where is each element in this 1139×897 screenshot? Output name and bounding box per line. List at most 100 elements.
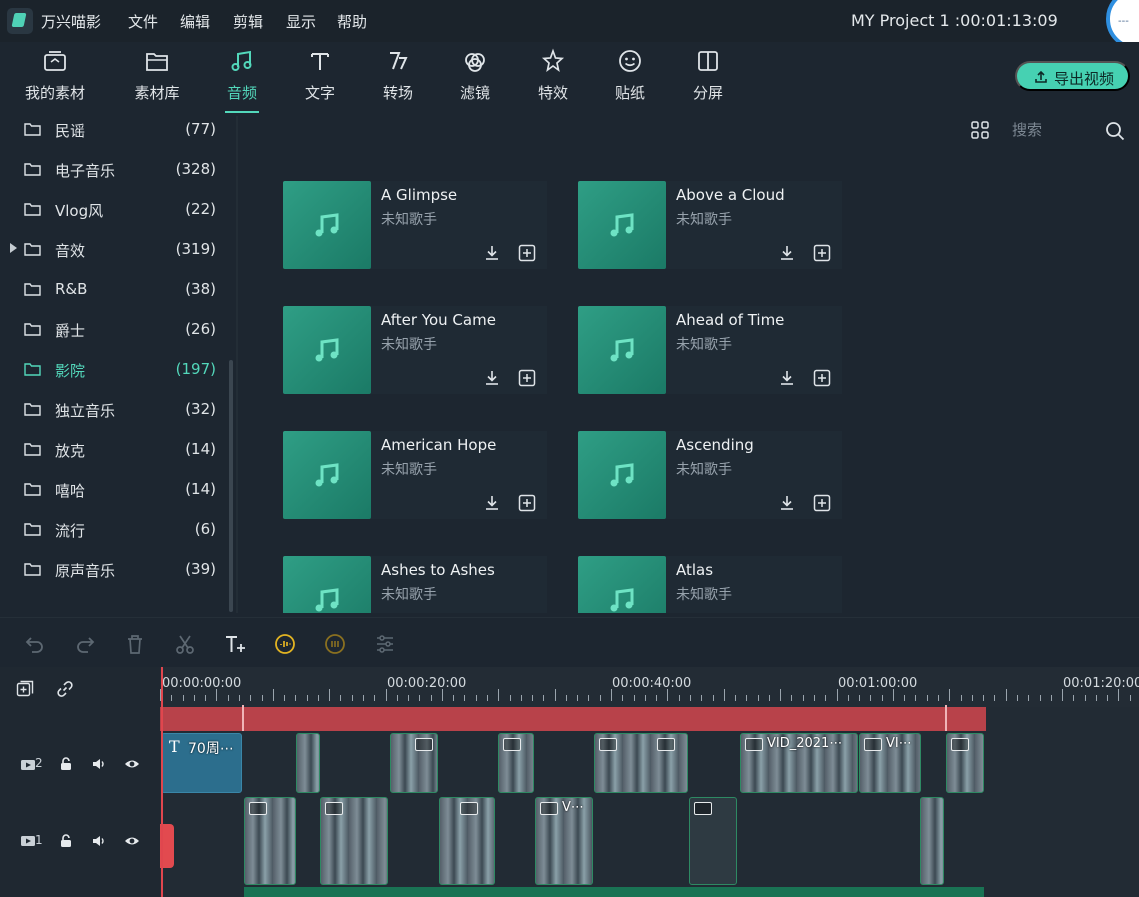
audio-card[interactable]: Ashes to Ashes 未知歌手 [283, 556, 547, 613]
download-icon[interactable] [778, 244, 796, 262]
audio-card[interactable]: A Glimpse 未知歌手 [283, 181, 547, 269]
tab-split-screen[interactable]: 分屏 [684, 42, 732, 116]
music-note-icon [610, 338, 634, 362]
video-clip[interactable] [920, 797, 944, 885]
expand-caret-icon[interactable] [10, 243, 17, 253]
ruler-tick [825, 695, 827, 701]
video-clip[interactable] [244, 797, 296, 885]
category-item[interactable]: 独立音乐 (32) [0, 396, 224, 436]
audio-thumbnail[interactable] [283, 181, 371, 269]
title-clip[interactable]: T 70周⋯ [161, 733, 242, 793]
tab-stickers[interactable]: 贴纸 [606, 42, 654, 116]
video-clip[interactable] [946, 733, 984, 793]
audio-card[interactable]: Ascending 未知歌手 [578, 431, 842, 519]
video-clip[interactable]: V⋯ [535, 797, 593, 885]
range-marker[interactable] [242, 705, 244, 731]
video-clip[interactable] [390, 733, 438, 793]
category-item[interactable]: 爵士 (26) [0, 316, 224, 356]
volume-icon[interactable] [91, 834, 107, 848]
search-input[interactable] [1012, 118, 1096, 142]
time-ruler[interactable]: 00:00:00:00 00:00:20:00 00:00:40:00 00:0… [160, 667, 1139, 707]
video-clip[interactable]: VI⋯ [859, 733, 921, 793]
audio-thumbnail[interactable] [578, 431, 666, 519]
download-icon[interactable] [483, 494, 501, 512]
category-item[interactable]: 放克 (14) [0, 436, 224, 476]
playhead[interactable] [161, 667, 163, 897]
menu-help[interactable]: 帮助 [337, 11, 367, 32]
category-item[interactable]: 音效 (319) [0, 236, 224, 276]
audio-thumbnail[interactable] [578, 181, 666, 269]
download-icon[interactable] [778, 494, 796, 512]
menu-file[interactable]: 文件 [128, 11, 158, 32]
ruler-tick [1016, 695, 1018, 701]
add-track-icon[interactable] [16, 680, 34, 698]
menu-edit[interactable]: 编辑 [180, 11, 210, 32]
tab-my-media[interactable]: 我的素材 [18, 42, 92, 116]
range-marker[interactable] [945, 705, 947, 731]
video-clip[interactable] [689, 797, 737, 885]
audio-thumbnail[interactable] [283, 431, 371, 519]
search-icon[interactable] [1105, 121, 1125, 141]
link-icon[interactable] [56, 680, 74, 698]
audio-thumbnail[interactable] [578, 556, 666, 613]
add-icon[interactable] [813, 369, 831, 387]
audio-waveform-strip[interactable] [244, 887, 984, 897]
adjust-icon[interactable] [374, 633, 396, 655]
grid-view-icon[interactable] [971, 121, 989, 139]
lock-icon[interactable] [58, 834, 74, 848]
ruler-tick [622, 695, 624, 701]
add-icon[interactable] [518, 494, 536, 512]
undo-icon[interactable] [24, 633, 46, 655]
category-item[interactable]: R&B (38) [0, 276, 224, 316]
tab-text[interactable]: 文字 [296, 42, 344, 116]
add-icon[interactable] [518, 369, 536, 387]
tab-filter[interactable]: 滤镜 [451, 42, 499, 116]
eye-icon[interactable] [124, 834, 140, 848]
audio-card[interactable]: After You Came 未知歌手 [283, 306, 547, 394]
audio-card[interactable]: Above a Cloud 未知歌手 [578, 181, 842, 269]
menu-view[interactable]: 显示 [286, 11, 316, 32]
add-icon[interactable] [813, 494, 831, 512]
cut-icon[interactable] [174, 633, 196, 655]
delete-icon[interactable] [124, 633, 146, 655]
menu-clip[interactable]: 剪辑 [233, 11, 263, 32]
tab-audio[interactable]: 音频 [218, 42, 266, 116]
audio-thumbnail[interactable] [283, 556, 371, 613]
sidebar-scrollbar[interactable] [229, 360, 233, 612]
export-video-button[interactable]: 导出视频 [1015, 61, 1130, 91]
tab-effects[interactable]: 特效 [529, 42, 577, 116]
download-icon[interactable] [778, 369, 796, 387]
category-item[interactable]: 民谣 (77) [0, 116, 224, 156]
video-clip[interactable] [296, 733, 320, 793]
add-icon[interactable] [813, 244, 831, 262]
eye-icon[interactable] [124, 757, 140, 771]
video-clip[interactable] [498, 733, 534, 793]
audio-card[interactable]: Ahead of Time 未知歌手 [578, 306, 842, 394]
category-item[interactable]: 嘻哈 (14) [0, 476, 224, 516]
download-icon[interactable] [483, 369, 501, 387]
volume-icon[interactable] [91, 757, 107, 771]
video-clip[interactable]: VID_2021⋯ [740, 733, 858, 793]
redo-icon[interactable] [74, 633, 96, 655]
audio-card[interactable]: Atlas 未知歌手 [578, 556, 842, 613]
tab-transition[interactable]: 转场 [374, 42, 422, 116]
audio-sync-icon[interactable] [274, 633, 296, 655]
category-item-active[interactable]: 影院 (197) [0, 356, 224, 396]
add-icon[interactable] [518, 244, 536, 262]
category-item[interactable]: 流行 (6) [0, 516, 224, 556]
video-clip[interactable] [439, 797, 495, 885]
category-item[interactable]: 原声音乐 (39) [0, 556, 224, 596]
video-clip[interactable] [320, 797, 388, 885]
audio-thumbnail[interactable] [283, 306, 371, 394]
audio-card[interactable]: American Hope 未知歌手 [283, 431, 547, 519]
tab-library[interactable]: 素材库 [125, 42, 189, 116]
category-item[interactable]: 电子音乐 (328) [0, 156, 224, 196]
add-text-icon[interactable] [224, 633, 246, 655]
download-icon[interactable] [483, 244, 501, 262]
lock-icon[interactable] [58, 757, 74, 771]
category-item[interactable]: Vlog风 (22) [0, 196, 224, 236]
audio-thumbnail[interactable] [578, 306, 666, 394]
panel-divider[interactable] [236, 116, 238, 613]
speed-icon[interactable] [324, 633, 346, 655]
video-clip[interactable] [594, 733, 688, 793]
